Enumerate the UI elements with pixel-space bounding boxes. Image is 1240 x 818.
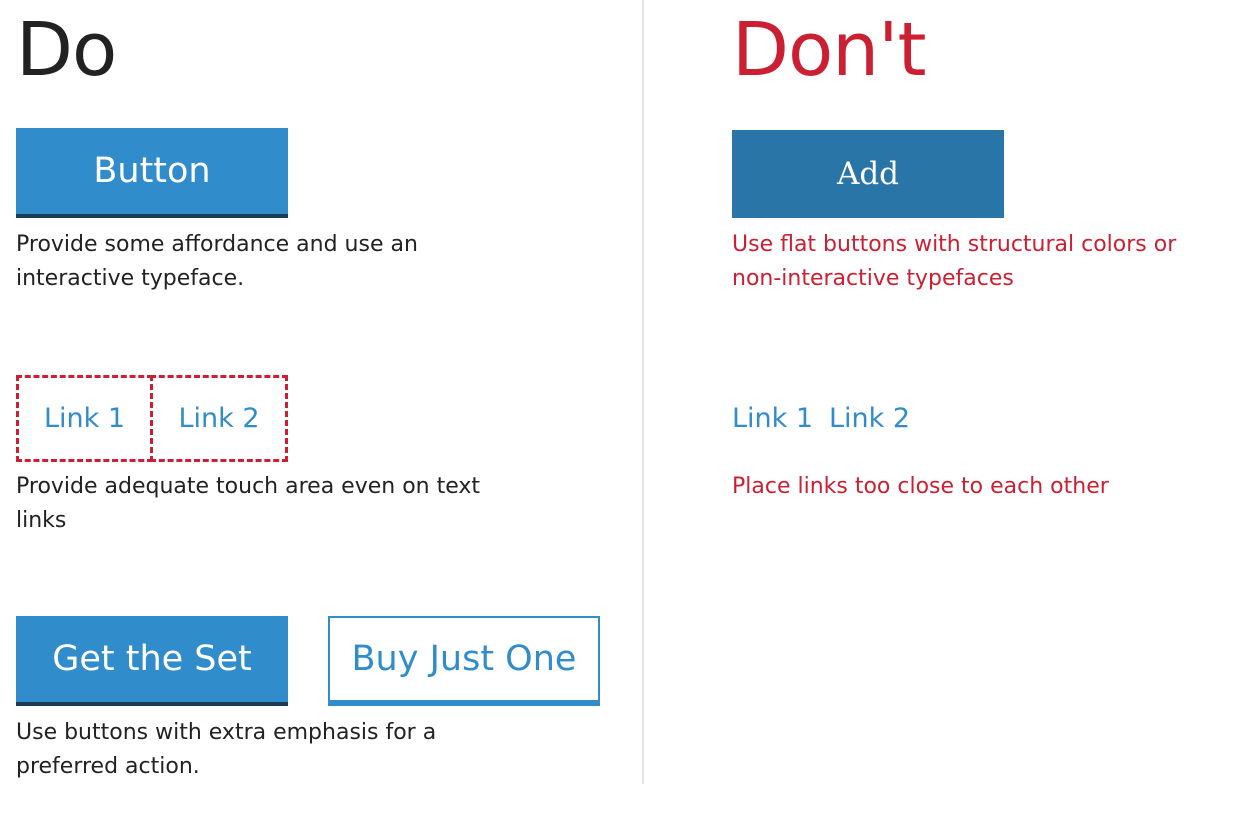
add-button[interactable]: Add	[732, 130, 1004, 218]
link-1-touch-area[interactable]: Link 1	[16, 375, 153, 462]
get-the-set-button[interactable]: Get the Set	[16, 616, 288, 706]
do-heading: Do	[16, 7, 117, 93]
buy-just-one-button[interactable]: Buy Just One	[328, 616, 600, 706]
cramped-links-caption: Place links too close to each other	[732, 474, 1109, 499]
dont-heading: Don't	[732, 7, 927, 93]
cramped-link-2[interactable]: Link 2	[829, 402, 910, 436]
cramped-link-1[interactable]: Link 1	[732, 402, 813, 436]
links-caption: Provide adequate touch area even on text…	[16, 474, 481, 533]
example-button[interactable]: Button	[16, 128, 288, 218]
column-divider	[642, 0, 644, 784]
cta-caption: Use buttons with extra emphasis for a pr…	[16, 720, 437, 779]
flat-button-caption: Use flat buttons with structural colors …	[732, 232, 1177, 291]
button-caption: Provide some affordance and use an inter…	[16, 232, 418, 291]
link-2-touch-area[interactable]: Link 2	[150, 375, 288, 462]
